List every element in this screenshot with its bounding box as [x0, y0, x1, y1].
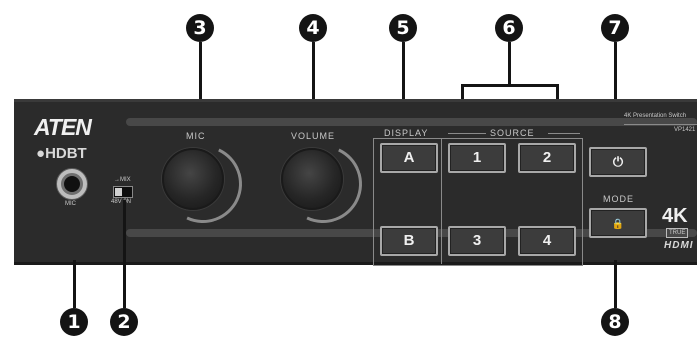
source-3-button[interactable]: 3 — [448, 226, 506, 256]
hdbt-logo-icon: ● — [36, 145, 46, 162]
pointer-1 — [73, 260, 76, 308]
callout-3: 3 — [186, 14, 214, 42]
volume-knob-label: VOLUME — [291, 131, 336, 141]
pointer-8 — [614, 260, 617, 308]
mode-label: MODE — [603, 194, 634, 204]
display-group-label: DISPLAY — [384, 128, 429, 138]
true-label: TRUE — [666, 228, 689, 238]
mic-volume-knob[interactable] — [162, 148, 224, 210]
pointer-2 — [123, 200, 126, 308]
callout-5: 5 — [389, 14, 417, 42]
source-group-label: SOURCE — [490, 128, 535, 138]
source-4-button[interactable]: 4 — [518, 226, 576, 256]
switch-nub — [115, 188, 122, 196]
model-number: VP1421 — [674, 127, 696, 133]
switch-label-bottom: 48V 0N — [111, 199, 132, 205]
hdbt-logo: ●HDBT — [36, 145, 87, 162]
product-name-rule — [624, 124, 697, 125]
brand-logo: ATEN — [34, 114, 92, 140]
pointer-6-stem — [508, 42, 511, 86]
display-a-button[interactable]: A — [380, 143, 438, 173]
power-button[interactable]: ⏻ — [589, 147, 647, 177]
switch-label-top: →MIX — [114, 177, 131, 183]
callout-8: 8 — [601, 308, 629, 336]
product-name: 4K Presentation Switch — [624, 113, 687, 119]
volume-knob[interactable] — [281, 148, 343, 210]
source-label-rule-right — [548, 133, 580, 134]
source-2-button[interactable]: 2 — [518, 143, 576, 173]
callout-2: 2 — [110, 308, 138, 336]
callout-4: 4 — [299, 14, 327, 42]
callout-7: 7 — [601, 14, 629, 42]
mode-button[interactable]: 🔒 — [589, 208, 647, 238]
hdmi-logo: HDMI — [664, 240, 694, 251]
source-1-button[interactable]: 1 — [448, 143, 506, 173]
callout-6: 6 — [495, 14, 523, 42]
mic-knob-label: MIC — [186, 131, 206, 141]
display-b-button[interactable]: B — [380, 226, 438, 256]
source-label-rule-left — [448, 133, 486, 134]
callout-1: 1 — [60, 308, 88, 336]
power-icon: ⏻ — [612, 154, 624, 169]
display-source-divider — [441, 138, 442, 264]
mic-jack-label: MIC — [65, 201, 76, 207]
4k-badge: 4K — [662, 205, 688, 227]
lock-icon: 🔒 — [611, 219, 625, 230]
mic-jack-hole — [61, 173, 83, 195]
panel-groove-top — [126, 118, 697, 126]
